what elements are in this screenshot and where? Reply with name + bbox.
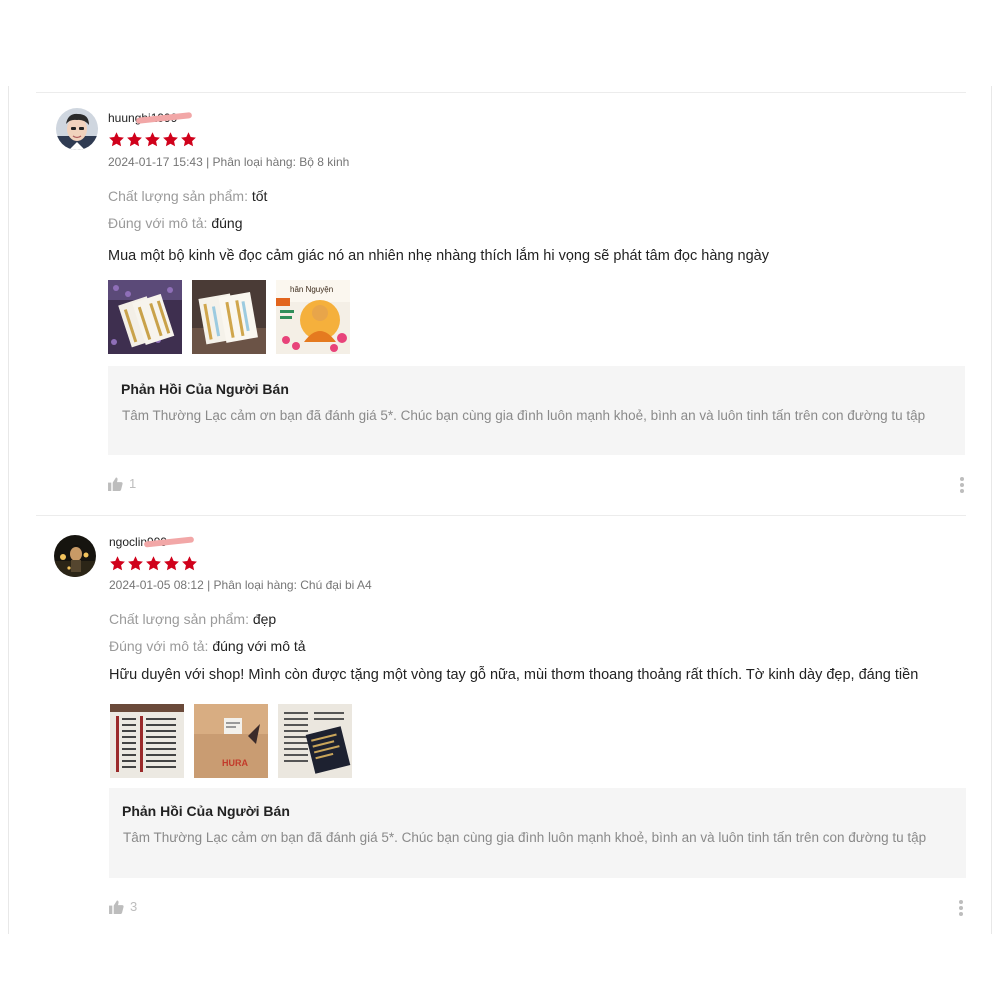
- review-image-thumbnail[interactable]: HURA: [194, 704, 268, 778]
- seller-reply-title: Phản Hồi Của Người Bán: [121, 381, 289, 397]
- quality-label: Chất lượng sản phẩm:: [108, 188, 248, 204]
- review-images: HURA: [110, 704, 352, 778]
- more-options-icon[interactable]: [959, 476, 965, 494]
- image-caption: hân Nguyện: [290, 285, 333, 294]
- panel-right-border: [991, 86, 992, 934]
- rating-stars: [108, 131, 197, 148]
- seller-reply-title: Phản Hồi Của Người Bán: [122, 803, 290, 819]
- like-button[interactable]: 3: [109, 899, 137, 914]
- avatar[interactable]: [54, 535, 96, 577]
- description-match-attribute: Đúng với mô tả: đúng với mô tả: [109, 638, 306, 654]
- review-comment: Mua một bộ kinh về đọc cảm giác nó an nh…: [108, 248, 769, 264]
- match-value: đúng với mô tả: [212, 638, 306, 654]
- image-caption: HURA: [222, 758, 248, 768]
- star-icon: [164, 556, 179, 571]
- like-count: 1: [129, 476, 137, 491]
- star-icon: [182, 556, 197, 571]
- avatar[interactable]: [56, 108, 98, 150]
- review-image-thumbnail[interactable]: hân Nguyện: [276, 280, 350, 354]
- match-label: Đúng với mô tả:: [108, 215, 208, 231]
- description-match-attribute: Đúng với mô tả: đúng: [108, 215, 243, 231]
- review-comment: Hữu duyên với shop! Mình còn được tặng m…: [109, 667, 919, 683]
- panel-left-border: [8, 86, 9, 934]
- more-options-icon[interactable]: [958, 899, 964, 917]
- seller-reply: Phản Hồi Của Người Bán Tâm Thường Lạc cả…: [108, 366, 965, 455]
- review-images: hân Nguyện: [108, 280, 350, 354]
- review-image-thumbnail[interactable]: [110, 704, 184, 778]
- review-divider: [36, 515, 966, 516]
- review-meta: 2024-01-05 08:12 | Phân loại hàng: Chú đ…: [109, 578, 372, 592]
- seller-reply-text: Tâm Thường Lạc cảm ơn bạn đã đánh giá 5*…: [123, 830, 927, 845]
- seller-reply: Phản Hồi Của Người Bán Tâm Thường Lạc cả…: [109, 788, 966, 878]
- match-label: Đúng với mô tả:: [109, 638, 209, 654]
- seller-reply-text: Tâm Thường Lạc cảm ơn bạn đã đánh giá 5*…: [122, 408, 926, 423]
- star-icon: [109, 132, 124, 147]
- thumbs-up-icon: [108, 476, 123, 491]
- star-icon: [145, 132, 160, 147]
- like-count: 3: [130, 899, 138, 914]
- review-image-thumbnail[interactable]: [108, 280, 182, 354]
- star-icon: [163, 132, 178, 147]
- match-value: đúng: [211, 215, 243, 231]
- review-image-thumbnail[interactable]: [192, 280, 266, 354]
- review-divider: [36, 92, 966, 93]
- quality-attribute: Chất lượng sản phẩm: tốt: [108, 188, 267, 204]
- quality-attribute: Chất lượng sản phẩm: đẹp: [109, 611, 276, 627]
- star-icon: [181, 132, 196, 147]
- rating-stars: [109, 555, 198, 572]
- star-icon: [110, 556, 125, 571]
- quality-value: tốt: [251, 188, 268, 204]
- review-image-thumbnail[interactable]: [278, 704, 352, 778]
- star-icon: [128, 556, 143, 571]
- review-meta: 2024-01-17 15:43 | Phân loại hàng: Bộ 8 …: [108, 155, 350, 169]
- thumbs-up-icon: [109, 899, 124, 914]
- star-icon: [146, 556, 161, 571]
- quality-value: đẹp: [252, 611, 277, 627]
- quality-label: Chất lượng sản phẩm:: [109, 611, 249, 627]
- like-button[interactable]: 1: [108, 476, 136, 491]
- star-icon: [127, 132, 142, 147]
